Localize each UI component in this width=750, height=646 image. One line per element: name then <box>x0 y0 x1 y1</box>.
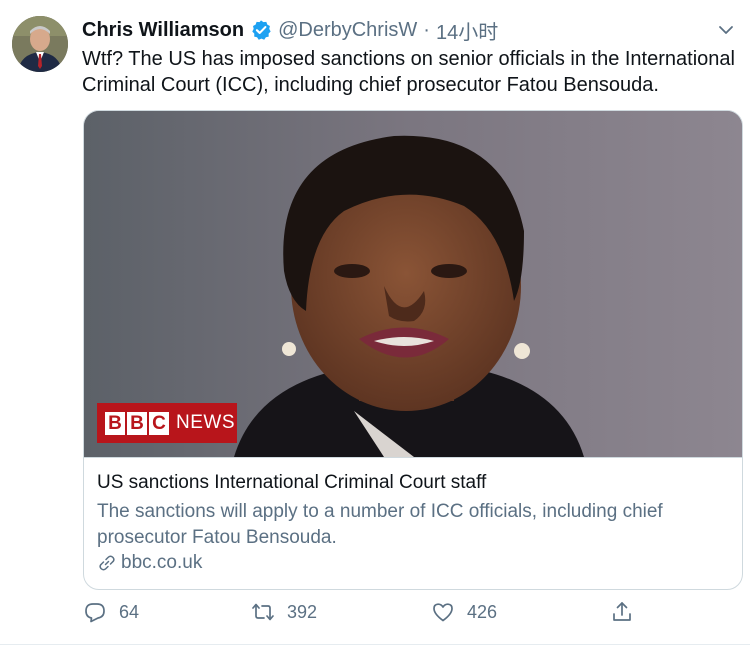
retweet-icon <box>252 603 274 621</box>
author-name[interactable]: Chris Williamson <box>82 19 244 42</box>
card-domain: bbc.co.uk <box>97 552 202 574</box>
user-avatar-icon <box>12 16 68 72</box>
action-bar: 64 392 426 <box>83 600 643 630</box>
like-button[interactable]: 426 <box>431 600 497 624</box>
tweet-text: Wtf? The US has imposed sanctions on sen… <box>82 48 735 96</box>
retweet-button[interactable]: 392 <box>251 600 317 624</box>
verified-badge-icon <box>252 20 271 40</box>
tweet-timestamp[interactable]: 14小时 <box>436 16 498 45</box>
share-button[interactable] <box>610 600 646 624</box>
retweet-count: 392 <box>287 601 318 622</box>
bbc-logo-letter: C <box>149 411 169 435</box>
author-handle[interactable]: @DerbyChrisW <box>278 19 417 42</box>
bbc-logo-word: NEWS <box>176 412 235 433</box>
reply-count: 64 <box>119 601 140 622</box>
heart-icon <box>433 603 453 622</box>
card-domain-text: bbc.co.uk <box>121 552 203 573</box>
reply-icon <box>85 603 105 623</box>
chevron-down-icon[interactable] <box>716 20 736 40</box>
like-count: 426 <box>467 601 498 622</box>
link-icon <box>99 555 115 571</box>
separator-dot: · <box>423 18 430 41</box>
divider <box>0 644 750 645</box>
bbc-news-logo: B B C NEWS <box>97 403 237 443</box>
card-description: The sanctions will apply to a number of … <box>97 501 663 548</box>
tweet-header: Chris Williamson @DerbyChrisW · 14小时 <box>82 16 498 45</box>
bbc-logo-letter: B <box>127 411 147 435</box>
card-title: US sanctions International Criminal Cour… <box>97 472 487 493</box>
share-icon <box>613 602 631 621</box>
avatar[interactable] <box>12 16 68 72</box>
bbc-logo-letter: B <box>105 411 125 435</box>
card-image: B B C NEWS <box>84 111 742 457</box>
link-card[interactable]: B B C NEWS US sanctions International Cr… <box>83 110 743 590</box>
reply-button[interactable]: 64 <box>83 600 139 624</box>
card-body: US sanctions International Criminal Cour… <box>84 457 742 573</box>
